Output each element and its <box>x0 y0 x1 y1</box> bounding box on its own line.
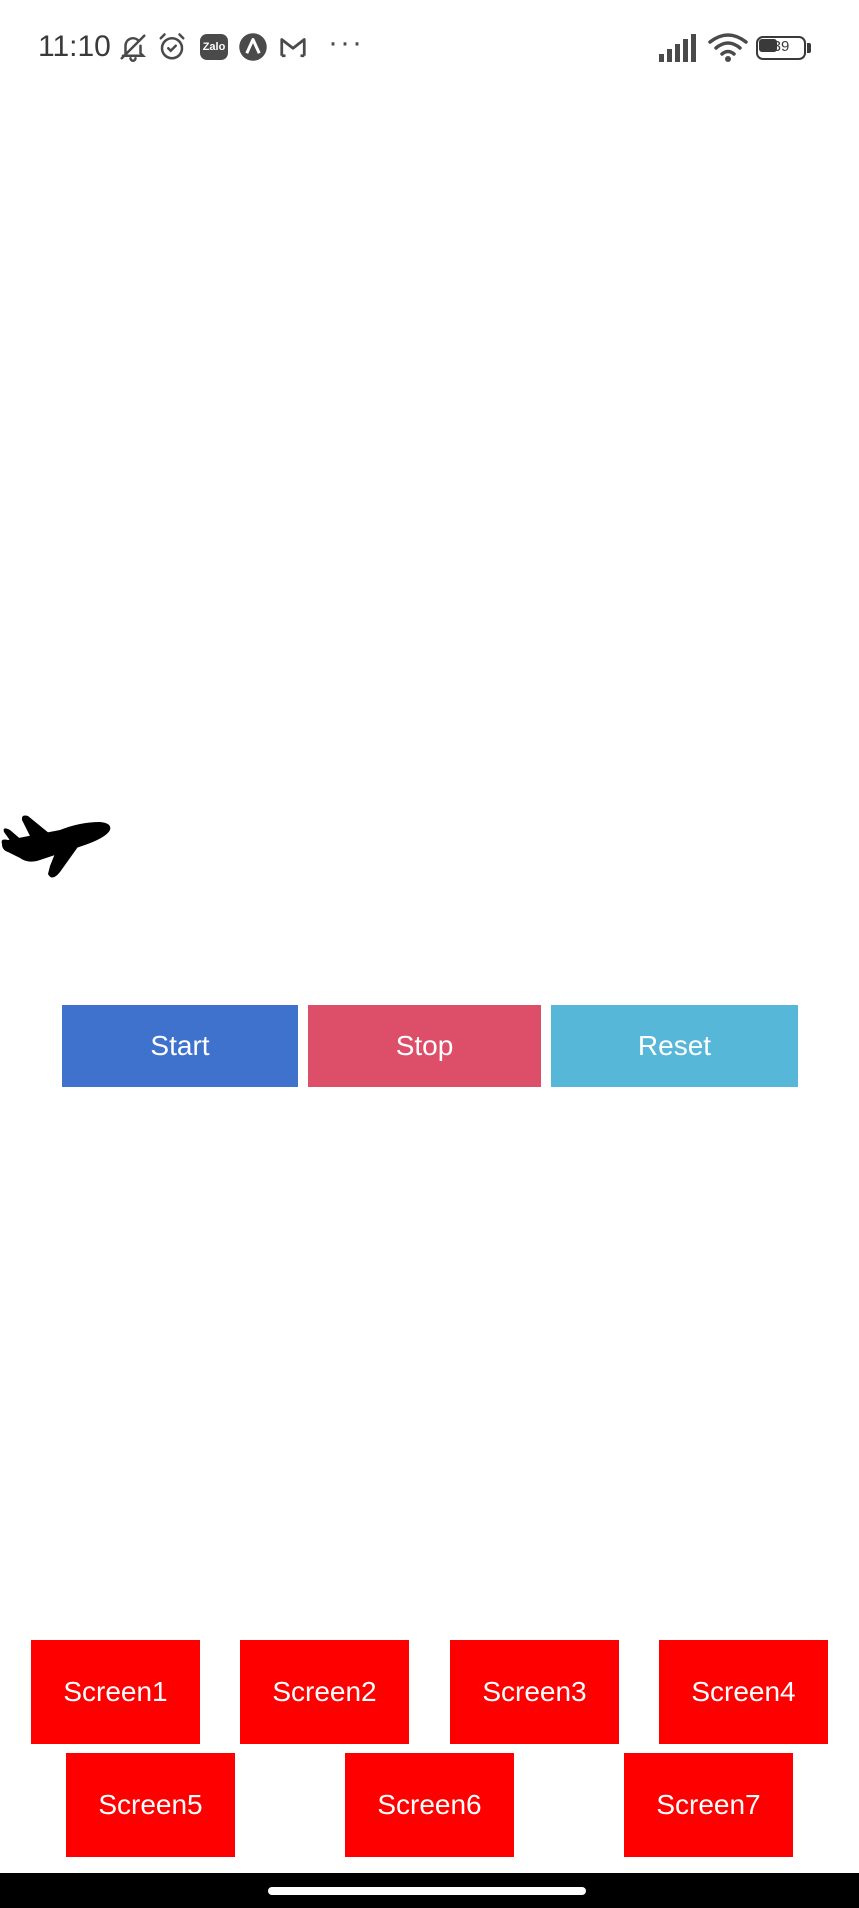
airplane-icon <box>1 815 111 878</box>
status-time: 11:10 <box>38 30 111 63</box>
gmail-icon <box>278 32 308 62</box>
screen3-button[interactable]: Screen3 <box>450 1640 619 1744</box>
screen4-button[interactable]: Screen4 <box>659 1640 828 1744</box>
app-a-icon <box>238 32 268 62</box>
screen5-button[interactable]: Screen5 <box>66 1753 235 1857</box>
signal-icon <box>659 34 696 62</box>
alarm-icon <box>157 32 187 62</box>
more-icon: ··· <box>328 26 364 59</box>
home-indicator[interactable] <box>268 1887 586 1895</box>
system-nav-bar <box>0 1873 859 1908</box>
screen6-button[interactable]: Screen6 <box>345 1753 514 1857</box>
status-bar: 11:10 Zalo ··· 39 <box>0 0 859 96</box>
wifi-icon <box>708 33 748 62</box>
zalo-icon: Zalo <box>200 34 228 60</box>
screen7-button[interactable]: Screen7 <box>624 1753 793 1857</box>
battery-level: 39 <box>772 38 790 55</box>
start-button[interactable]: Start <box>62 1005 298 1087</box>
battery-cap <box>807 43 811 53</box>
screen2-button[interactable]: Screen2 <box>240 1640 409 1744</box>
bell-off-icon <box>118 32 148 62</box>
battery-icon: 39 <box>756 36 812 60</box>
screen1-button[interactable]: Screen1 <box>31 1640 200 1744</box>
stop-button[interactable]: Stop <box>308 1005 541 1087</box>
reset-button[interactable]: Reset <box>551 1005 798 1087</box>
